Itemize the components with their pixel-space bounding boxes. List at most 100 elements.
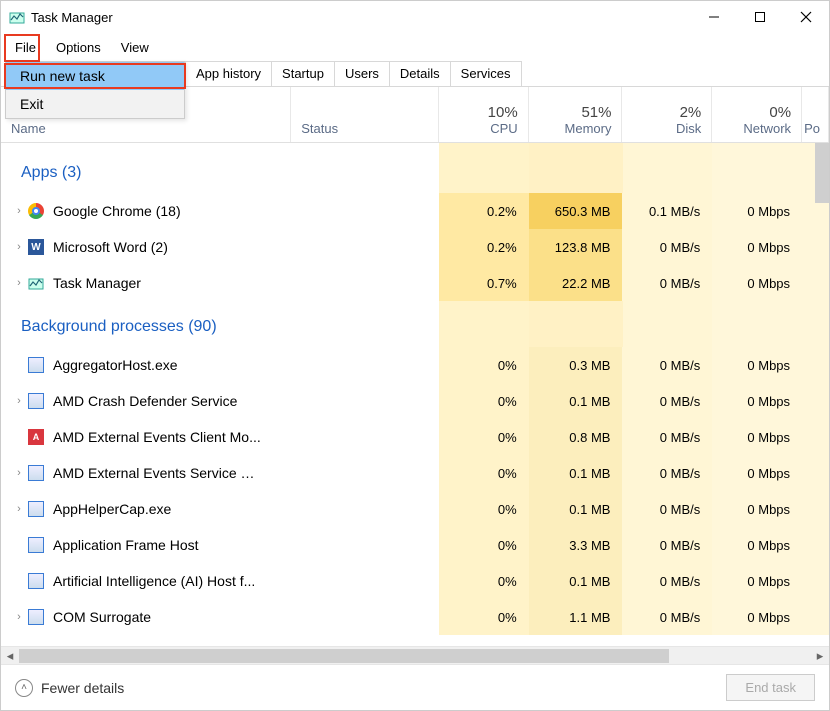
process-name: AppHelperCap.exe xyxy=(53,501,171,517)
cell-cpu: 0.7% xyxy=(439,265,529,301)
chevron-up-icon: ˄ xyxy=(15,679,33,697)
process-row[interactable]: ›AMD Crash Defender Service0%0.1 MB0 MB/… xyxy=(1,383,829,419)
vertical-scrollbar-thumb[interactable] xyxy=(815,143,829,203)
menu-exit[interactable]: Exit xyxy=(6,90,184,118)
tab-startup[interactable]: Startup xyxy=(271,61,335,86)
col-cpu[interactable]: 10% CPU xyxy=(439,87,529,142)
cell-cpu: 0% xyxy=(439,383,529,419)
fewer-details-button[interactable]: ˄ Fewer details xyxy=(15,679,124,697)
process-name: AggregatorHost.exe xyxy=(53,357,178,373)
process-row[interactable]: AAMD External Events Client Mo...0%0.8 M… xyxy=(1,419,829,455)
cell-disk: 0 MB/s xyxy=(622,347,712,383)
process-row[interactable]: AggregatorHost.exe 0%0.3 MB0 MB/s0 Mbps xyxy=(1,347,829,383)
tab-details[interactable]: Details xyxy=(389,61,451,86)
cell-network: 0 Mbps xyxy=(712,193,802,229)
horizontal-scrollbar-thumb[interactable] xyxy=(19,649,669,663)
generic-icon xyxy=(27,392,45,410)
cell-memory: 0.8 MB xyxy=(529,419,623,455)
fewer-details-label: Fewer details xyxy=(41,680,124,696)
menu-options[interactable]: Options xyxy=(46,36,111,59)
maximize-button[interactable] xyxy=(737,1,783,33)
cell-memory: 22.2 MB xyxy=(529,265,623,301)
cell-network: 0 Mbps xyxy=(712,383,802,419)
process-name: Microsoft Word (2) xyxy=(53,239,168,255)
titlebar: Task Manager xyxy=(1,1,829,33)
scroll-right-icon[interactable]: ▸ xyxy=(811,647,829,664)
cell-cpu: 0% xyxy=(439,599,529,635)
cell-cpu: 0% xyxy=(439,347,529,383)
process-row[interactable]: ›AMD External Events Service M...0%0.1 M… xyxy=(1,455,829,491)
process-name: Task Manager xyxy=(53,275,141,291)
cell-memory: 3.3 MB xyxy=(529,527,623,563)
process-name: Artificial Intelligence (AI) Host f... xyxy=(53,573,255,589)
col-power-partial[interactable]: Po xyxy=(802,87,829,142)
expand-icon[interactable]: › xyxy=(11,205,27,217)
cell-network: 0 Mbps xyxy=(712,527,802,563)
cell-disk: 0 MB/s xyxy=(622,563,712,599)
end-task-button[interactable]: End task xyxy=(726,674,815,701)
close-button[interactable] xyxy=(783,1,829,33)
process-name: Application Frame Host xyxy=(53,537,199,553)
cell-network: 0 Mbps xyxy=(712,265,802,301)
menu-run-new-task[interactable]: Run new task xyxy=(6,62,184,90)
tab-users[interactable]: Users xyxy=(334,61,390,86)
cell-disk: 0 MB/s xyxy=(622,229,712,265)
cell-disk: 0 MB/s xyxy=(622,265,712,301)
horizontal-scrollbar[interactable]: ◂ ▸ xyxy=(1,646,829,664)
cell-network: 0 Mbps xyxy=(712,599,802,635)
col-network[interactable]: 0% Network xyxy=(712,87,802,142)
process-row[interactable]: ›WMicrosoft Word (2)0.2%123.8 MB0 MB/s0 … xyxy=(1,229,829,265)
tab-app-history[interactable]: App history xyxy=(185,61,272,86)
process-row[interactable]: › AppHelperCap.exe 0%0.1 MB0 MB/s0 Mbps xyxy=(1,491,829,527)
cell-cpu: 0% xyxy=(439,563,529,599)
cell-memory: 0.1 MB xyxy=(529,563,623,599)
generic-icon xyxy=(27,536,45,554)
process-row[interactable]: Artificial Intelligence (AI) Host f... 0%… xyxy=(1,563,829,599)
process-name: AMD External Events Service M... xyxy=(53,465,263,481)
cell-memory: 123.8 MB xyxy=(529,229,623,265)
minimize-button[interactable] xyxy=(691,1,737,33)
scroll-left-icon[interactable]: ◂ xyxy=(1,647,19,664)
cell-cpu: 0% xyxy=(439,491,529,527)
cell-network: 0 Mbps xyxy=(712,491,802,527)
process-grid: ⌄ Name Status 10% CPU 51% Memory 2% Disk… xyxy=(1,87,829,664)
amd-icon: A xyxy=(27,428,45,446)
generic-icon xyxy=(27,464,45,482)
col-memory[interactable]: 51% Memory xyxy=(529,87,623,142)
menu-file[interactable]: File xyxy=(5,36,46,59)
task-manager-window: Task Manager File Options View App histo… xyxy=(0,0,830,711)
expand-icon[interactable]: › xyxy=(11,467,27,479)
cell-memory: 0.1 MB xyxy=(529,455,623,491)
grid-body[interactable]: Apps (3)›Google Chrome (18)0.2%650.3 MB0… xyxy=(1,143,829,646)
app-icon xyxy=(9,9,25,25)
cell-cpu: 0% xyxy=(439,527,529,563)
cell-disk: 0 MB/s xyxy=(622,599,712,635)
expand-icon[interactable]: › xyxy=(11,611,27,623)
expand-icon[interactable]: › xyxy=(11,395,27,407)
cell-memory: 0.1 MB xyxy=(529,491,623,527)
expand-icon[interactable]: › xyxy=(11,503,27,515)
process-name: AMD Crash Defender Service xyxy=(53,393,237,409)
footer: ˄ Fewer details End task xyxy=(1,664,829,710)
col-status[interactable]: Status xyxy=(291,87,439,142)
col-disk[interactable]: 2% Disk xyxy=(622,87,712,142)
tab-services[interactable]: Services xyxy=(450,61,522,86)
generic-icon xyxy=(27,608,45,626)
expand-icon[interactable]: › xyxy=(11,241,27,253)
cell-disk: 0 MB/s xyxy=(622,491,712,527)
file-dropdown: Run new task Exit xyxy=(5,61,185,119)
process-row[interactable]: › Task Manager 0.7%22.2 MB0 MB/s0 Mbps xyxy=(1,265,829,301)
cell-cpu: 0% xyxy=(439,419,529,455)
process-row[interactable]: ›Google Chrome (18)0.2%650.3 MB0.1 MB/s0… xyxy=(1,193,829,229)
tm-icon xyxy=(27,274,45,292)
cell-memory: 0.3 MB xyxy=(529,347,623,383)
process-row[interactable]: ›COM Surrogate0%1.1 MB0 MB/s0 Mbps xyxy=(1,599,829,635)
cell-disk: 0 MB/s xyxy=(622,455,712,491)
cell-network: 0 Mbps xyxy=(712,347,802,383)
menu-view[interactable]: View xyxy=(111,36,159,59)
cell-cpu: 0.2% xyxy=(439,193,529,229)
expand-icon[interactable]: › xyxy=(11,277,27,289)
cell-memory: 0.1 MB xyxy=(529,383,623,419)
cell-network: 0 Mbps xyxy=(712,419,802,455)
process-row[interactable]: Application Frame Host0%3.3 MB0 MB/s0 Mb… xyxy=(1,527,829,563)
